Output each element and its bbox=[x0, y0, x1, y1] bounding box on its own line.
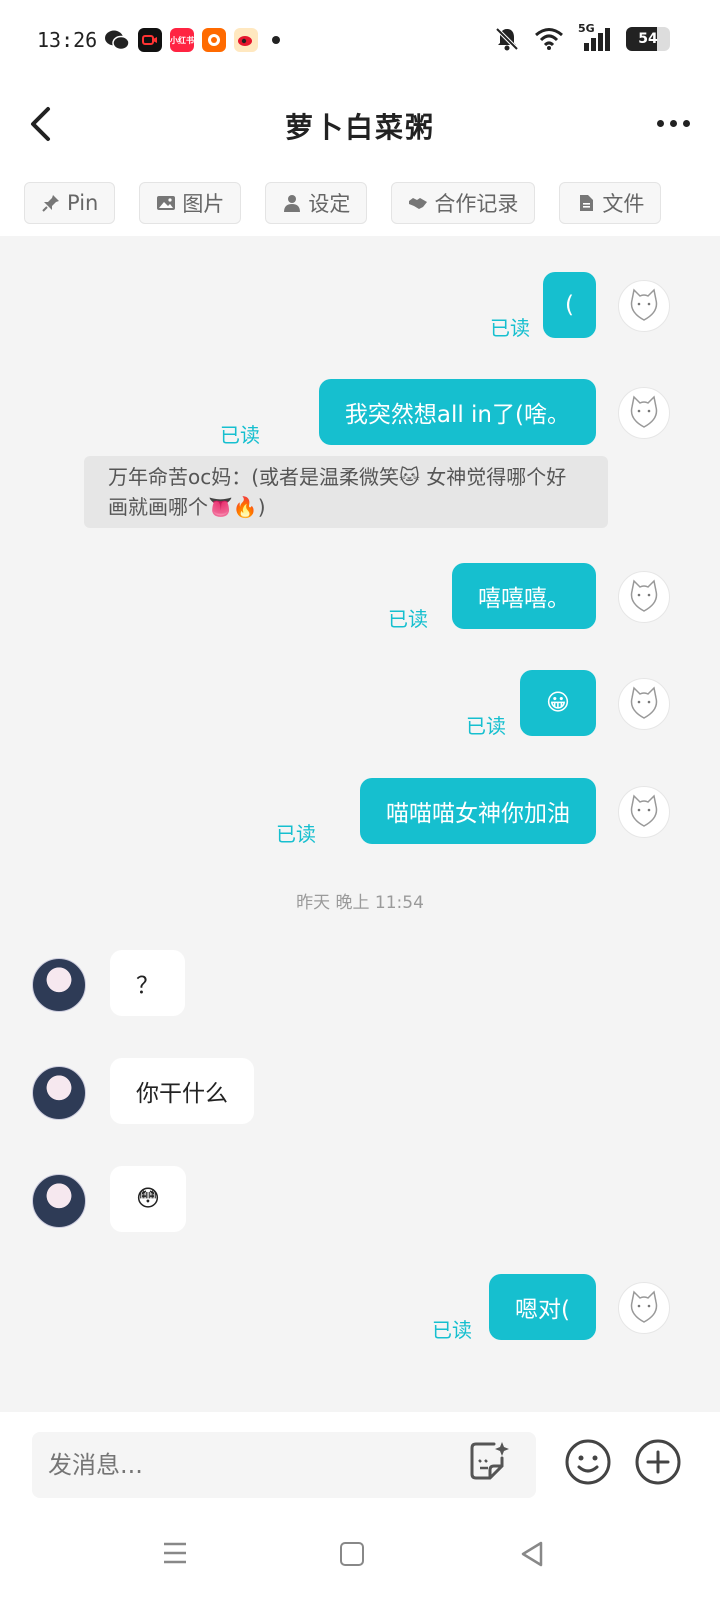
weibo-icon bbox=[234, 28, 258, 52]
my-avatar[interactable] bbox=[618, 280, 670, 332]
my-avatar[interactable] bbox=[618, 1282, 670, 1334]
pin-icon bbox=[42, 195, 59, 212]
my-avatar[interactable] bbox=[618, 571, 670, 623]
cat-avatar-icon bbox=[630, 794, 658, 827]
chat-title: 萝卜白菜粥 bbox=[284, 111, 435, 144]
cat-avatar-icon bbox=[630, 288, 658, 321]
message-input-bar bbox=[0, 1412, 720, 1508]
signal-icon: 5G bbox=[578, 22, 612, 52]
more-notifications-dot bbox=[272, 36, 280, 44]
tab-label: Pin bbox=[67, 191, 99, 215]
handshake-icon bbox=[409, 198, 428, 209]
time-separator: 昨天 晚上 11:54 bbox=[296, 893, 424, 913]
image-icon bbox=[157, 196, 176, 210]
message-bubble[interactable]: 😳 bbox=[110, 1166, 186, 1232]
tab-settings[interactable]: 设定 bbox=[265, 182, 368, 224]
battery-level: 54 bbox=[638, 31, 658, 47]
read-status: 已读 bbox=[432, 1318, 472, 1342]
contact-avatar[interactable] bbox=[32, 958, 86, 1012]
message-bubble[interactable]: 嗯对( bbox=[489, 1274, 596, 1340]
read-status: 已读 bbox=[490, 316, 530, 340]
tab-label: 文件 bbox=[602, 192, 645, 216]
more-dot bbox=[657, 120, 664, 127]
message-bubble[interactable]: ( bbox=[543, 272, 596, 338]
message-bubble[interactable]: 嘻嘻嘻。 bbox=[452, 563, 596, 629]
battery-icon: 54 bbox=[626, 27, 670, 51]
back-nav-button[interactable] bbox=[520, 1540, 544, 1568]
read-status: 已读 bbox=[388, 607, 428, 631]
tab-label: 设定 bbox=[308, 192, 351, 216]
xiaohongshu-icon: 小红书 bbox=[170, 28, 194, 52]
read-status: 已读 bbox=[466, 714, 506, 738]
status-time: 13:26 bbox=[37, 28, 98, 52]
more-dot bbox=[670, 120, 677, 127]
read-status: 已读 bbox=[276, 822, 316, 846]
tab-files[interactable]: 文件 bbox=[559, 182, 662, 224]
video-icon bbox=[138, 28, 162, 52]
cat-avatar-icon bbox=[630, 395, 658, 428]
taobao-icon bbox=[202, 28, 226, 52]
system-nav-bar bbox=[0, 1508, 720, 1604]
mute-bell-icon bbox=[495, 27, 519, 51]
tab-label: 合作记录 bbox=[434, 192, 519, 216]
plus-button[interactable] bbox=[634, 1438, 682, 1486]
my-avatar[interactable] bbox=[618, 387, 670, 439]
chat-header: 萝卜白菜粥 bbox=[0, 84, 720, 164]
quoted-reply[interactable]: 万年命苦oc妈：(或者是温柔微笑🐱 女神觉得哪个好画就画哪个👅🔥) bbox=[84, 456, 608, 528]
emoji-button[interactable] bbox=[564, 1438, 612, 1486]
wechat-icon bbox=[105, 30, 130, 51]
chat-tabs: Pin 图片 设定 合作记录 文件 bbox=[24, 182, 720, 226]
status-bar: 13:26 小红书 5G 54 bbox=[0, 0, 720, 84]
message-bubble[interactable]: 我突然想all in了(啥。 bbox=[318, 379, 596, 445]
cat-avatar-icon bbox=[630, 579, 658, 612]
system-indicators: 5G 54 bbox=[494, 22, 670, 52]
chat-message-list[interactable]: 已读 ( 已读 我突然想all in了(啥。 万年命苦oc妈：(或者是温柔微笑🐱… bbox=[0, 236, 720, 1412]
cat-avatar-icon bbox=[630, 686, 658, 719]
message-input[interactable] bbox=[32, 1432, 536, 1498]
notification-icons: 小红书 bbox=[104, 28, 280, 52]
message-bubble[interactable]: 你干什么 bbox=[110, 1058, 254, 1124]
read-status: 已读 bbox=[220, 423, 260, 447]
message-bubble[interactable]: ？ bbox=[110, 950, 185, 1016]
my-avatar[interactable] bbox=[618, 786, 670, 838]
home-button[interactable] bbox=[340, 1542, 364, 1566]
tab-pin[interactable]: Pin bbox=[24, 182, 116, 224]
my-avatar[interactable] bbox=[618, 678, 670, 730]
contact-avatar[interactable] bbox=[32, 1174, 86, 1228]
wifi-icon bbox=[535, 28, 563, 50]
tab-label: 图片 bbox=[182, 192, 225, 216]
tab-images[interactable]: 图片 bbox=[139, 182, 242, 224]
message-bubble[interactable]: 😀 bbox=[520, 670, 596, 736]
cat-avatar-icon bbox=[630, 1290, 658, 1323]
more-dot bbox=[683, 120, 690, 127]
file-icon bbox=[580, 195, 594, 211]
person-icon bbox=[284, 195, 301, 212]
contact-avatar[interactable] bbox=[32, 1066, 86, 1120]
tab-collab-records[interactable]: 合作记录 bbox=[391, 182, 536, 224]
sticker-button[interactable] bbox=[466, 1440, 510, 1484]
recent-apps-button[interactable] bbox=[162, 1540, 188, 1566]
message-bubble[interactable]: 喵喵喵女神你加油 bbox=[360, 778, 596, 844]
more-options-button[interactable] bbox=[657, 120, 690, 127]
